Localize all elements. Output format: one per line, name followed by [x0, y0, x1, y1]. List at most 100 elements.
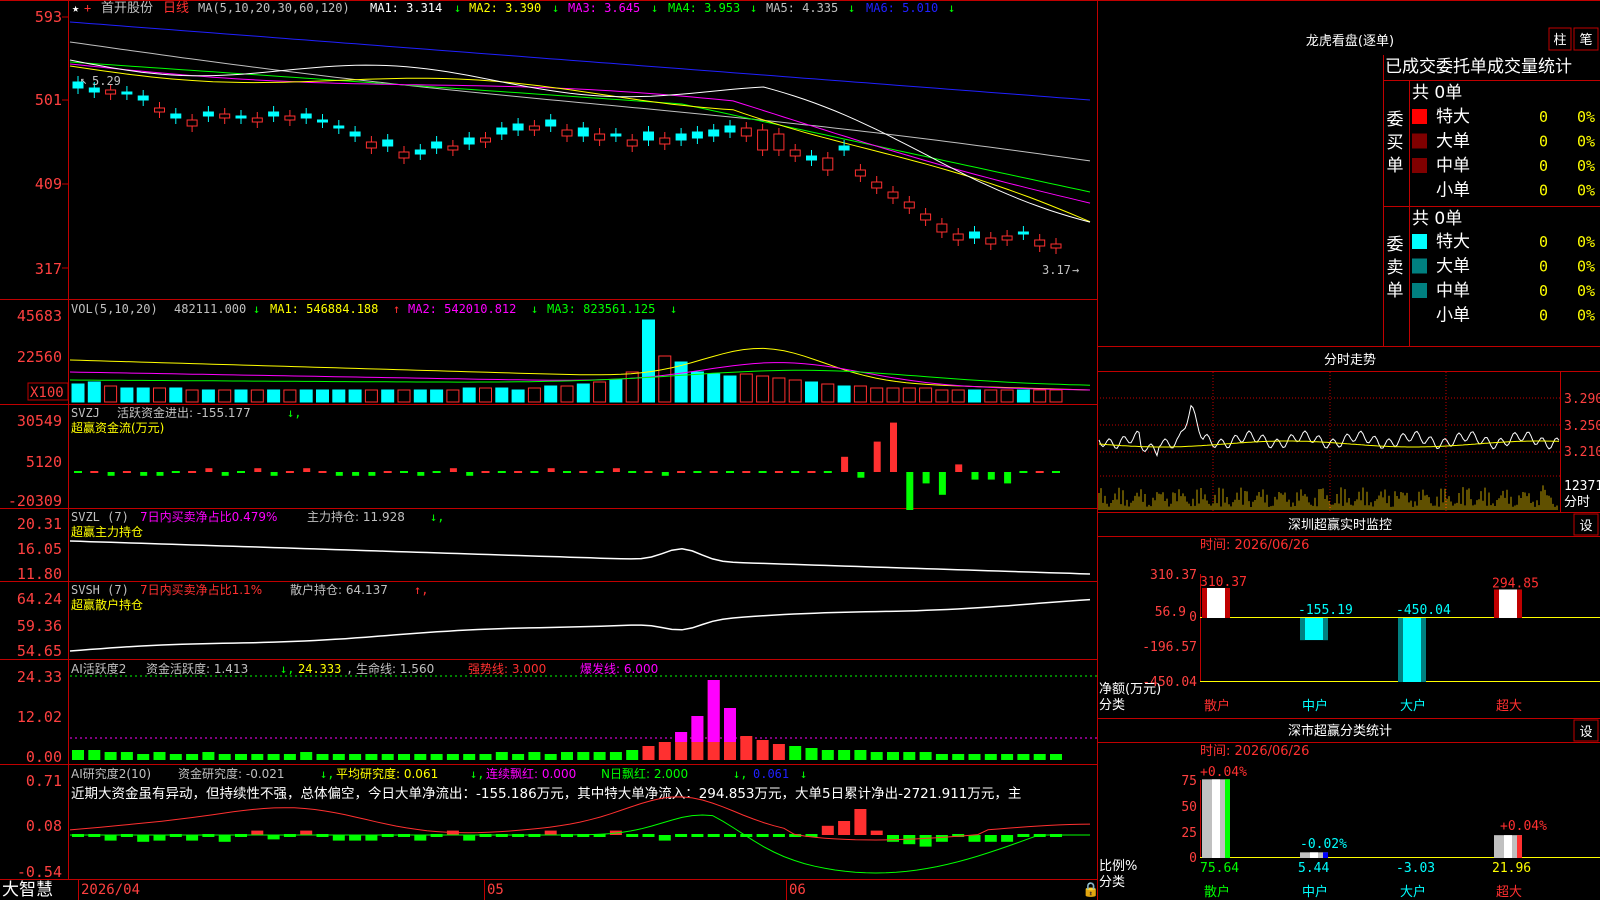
ai2-bar: [300, 830, 313, 835]
classify-title: 深市超赢分类统计: [1288, 723, 1392, 739]
classify-category: 中户: [1302, 884, 1328, 900]
ai1-bar: [332, 754, 345, 760]
candle-body: [838, 145, 850, 151]
ai1-burst-bar: [675, 732, 688, 742]
ai1-bar: [283, 754, 296, 760]
candle-body: [365, 141, 377, 149]
svsh-title: SVSH (7): [71, 583, 129, 597]
buy-swatch: [1412, 133, 1427, 149]
realtime-bar-edge: [1398, 618, 1403, 682]
candle-body: [235, 115, 247, 119]
lock-icon[interactable]: 🔒: [1082, 880, 1099, 900]
volume-bar: [120, 387, 134, 403]
svg-text:↓: ↓: [253, 302, 260, 316]
realtime-bar-value: -450.04: [1396, 603, 1451, 618]
period-label[interactable]: 日线: [163, 1, 189, 16]
candle-body: [985, 237, 997, 245]
sell-row-count: 0: [1539, 233, 1548, 251]
candle-body: [1050, 243, 1062, 249]
realtime-axis-tick: 0: [1189, 610, 1197, 625]
svzj-bar: [400, 471, 408, 473]
volume-bar: [1049, 389, 1063, 403]
realtime-bar: [1300, 618, 1328, 641]
classify-axis-tick: 50: [1181, 800, 1197, 815]
classify-bar: [1300, 852, 1328, 858]
svg-text:柱[interactable]: 柱: [1553, 33, 1566, 48]
volume-bar: [788, 379, 802, 403]
svg-text:设[interactable]: 设: [1579, 725, 1592, 740]
svzj-bar: [90, 471, 99, 473]
ai1-bar: [821, 750, 834, 760]
ai1-bar: [626, 750, 639, 760]
classify-bar-value: 5.44: [1298, 861, 1329, 876]
svsh-ratio: 7日内买卖净占比1.1%: [140, 582, 262, 597]
volume-bar: [625, 371, 639, 403]
svg-text:↓,: ↓,: [287, 406, 301, 420]
dragon-tiger-section-title: 已成交委托单成交量统计: [1385, 57, 1572, 77]
realtime-bar-edge: [1202, 587, 1207, 618]
classify-xlabel: 分类: [1099, 875, 1125, 890]
sell-row-pct: 0%: [1577, 233, 1595, 251]
sell-swatch: [1412, 283, 1427, 298]
realtime-axis-tick: 310.37: [1150, 568, 1197, 583]
svg-text:笔[interactable]: 笔: [1579, 32, 1592, 48]
svzj-bar: [595, 471, 604, 473]
svzl-title: SVZL (7): [71, 510, 129, 524]
svzj-subtitle: 超赢资金流(万元): [71, 420, 164, 435]
column-view-button[interactable]: 柱: [1548, 27, 1572, 51]
realtime-bar-edge: [1494, 589, 1499, 618]
date-tick: 05: [484, 880, 504, 900]
svsh-holding: 散户持仓: 64.137: [290, 582, 388, 597]
candle-body: [773, 133, 785, 151]
classify-category: 大户: [1400, 884, 1426, 900]
sell-row-name: 中单: [1436, 281, 1470, 301]
volume-bar: [919, 387, 933, 403]
ai2-bar: [104, 835, 117, 841]
ai1-burst-bar: [691, 716, 704, 742]
candle-body: [251, 117, 263, 123]
candle-body: [659, 137, 671, 145]
svg-text:↓: ↓: [670, 302, 677, 316]
candle-body: [675, 133, 687, 141]
date-tick: 06: [786, 880, 806, 900]
svzj-bar: [352, 472, 360, 476]
date-axis-bar: 大智慧 2026/04 05 06 🔒: [0, 880, 1099, 900]
candle-body: [1001, 235, 1013, 241]
volume-bar: [870, 387, 884, 403]
vol-header: VOL(5,10,20) 482111.000 ↓ MA1: 546884.18…: [71, 302, 677, 316]
ai2-commentary: 近期大资金虽有异动，但持续性不强，总体偏空，今日大单净流出：-155.186万元…: [71, 786, 1021, 802]
stock-name[interactable]: 首开股份: [101, 1, 153, 16]
classify-ylabel: 比例%: [1099, 859, 1137, 874]
candle-body: [219, 113, 231, 119]
svg-text:↑,: ↑,: [414, 583, 428, 597]
ma4-value: MA4: 3.953: [668, 1, 740, 15]
svzj-bar: [449, 468, 457, 472]
classify-bar-center: [1504, 835, 1512, 858]
ai2-bar: [854, 809, 867, 835]
volume-bar: [283, 389, 297, 403]
svg-text:→: →: [1072, 263, 1079, 277]
buy-row-count: 0: [1539, 133, 1548, 151]
candle-body: [626, 139, 638, 147]
ai2-title: AI研究度2(10): [71, 766, 151, 781]
classify-settings-button[interactable]: 设: [1573, 719, 1599, 742]
ai1-bar: [235, 754, 247, 760]
svg-text:设[interactable]: 设: [1579, 519, 1592, 534]
buy-row-pct: 0%: [1577, 157, 1595, 175]
svzj-axis-tick: -20309: [8, 492, 62, 510]
realtime-settings-button[interactable]: 设: [1573, 513, 1599, 536]
svzj-bar: [661, 472, 669, 476]
svzj-bar: [857, 472, 865, 478]
tick-view-button[interactable]: 笔: [1573, 27, 1599, 51]
svg-text:↓: ↓: [651, 1, 658, 15]
candle-body: [268, 111, 280, 117]
volume-bar: [642, 319, 655, 403]
svzj-bar: [791, 471, 800, 473]
ai1-burst-bar: [707, 680, 720, 742]
svzj-bar: [1019, 471, 1028, 473]
svzj-bar: [807, 471, 816, 473]
realtime-bar-edge: [1225, 587, 1230, 618]
realtime-title: 深圳超赢实时监控: [1288, 517, 1392, 533]
volume-bar: [1000, 389, 1014, 403]
ai1-bar: [658, 742, 671, 760]
